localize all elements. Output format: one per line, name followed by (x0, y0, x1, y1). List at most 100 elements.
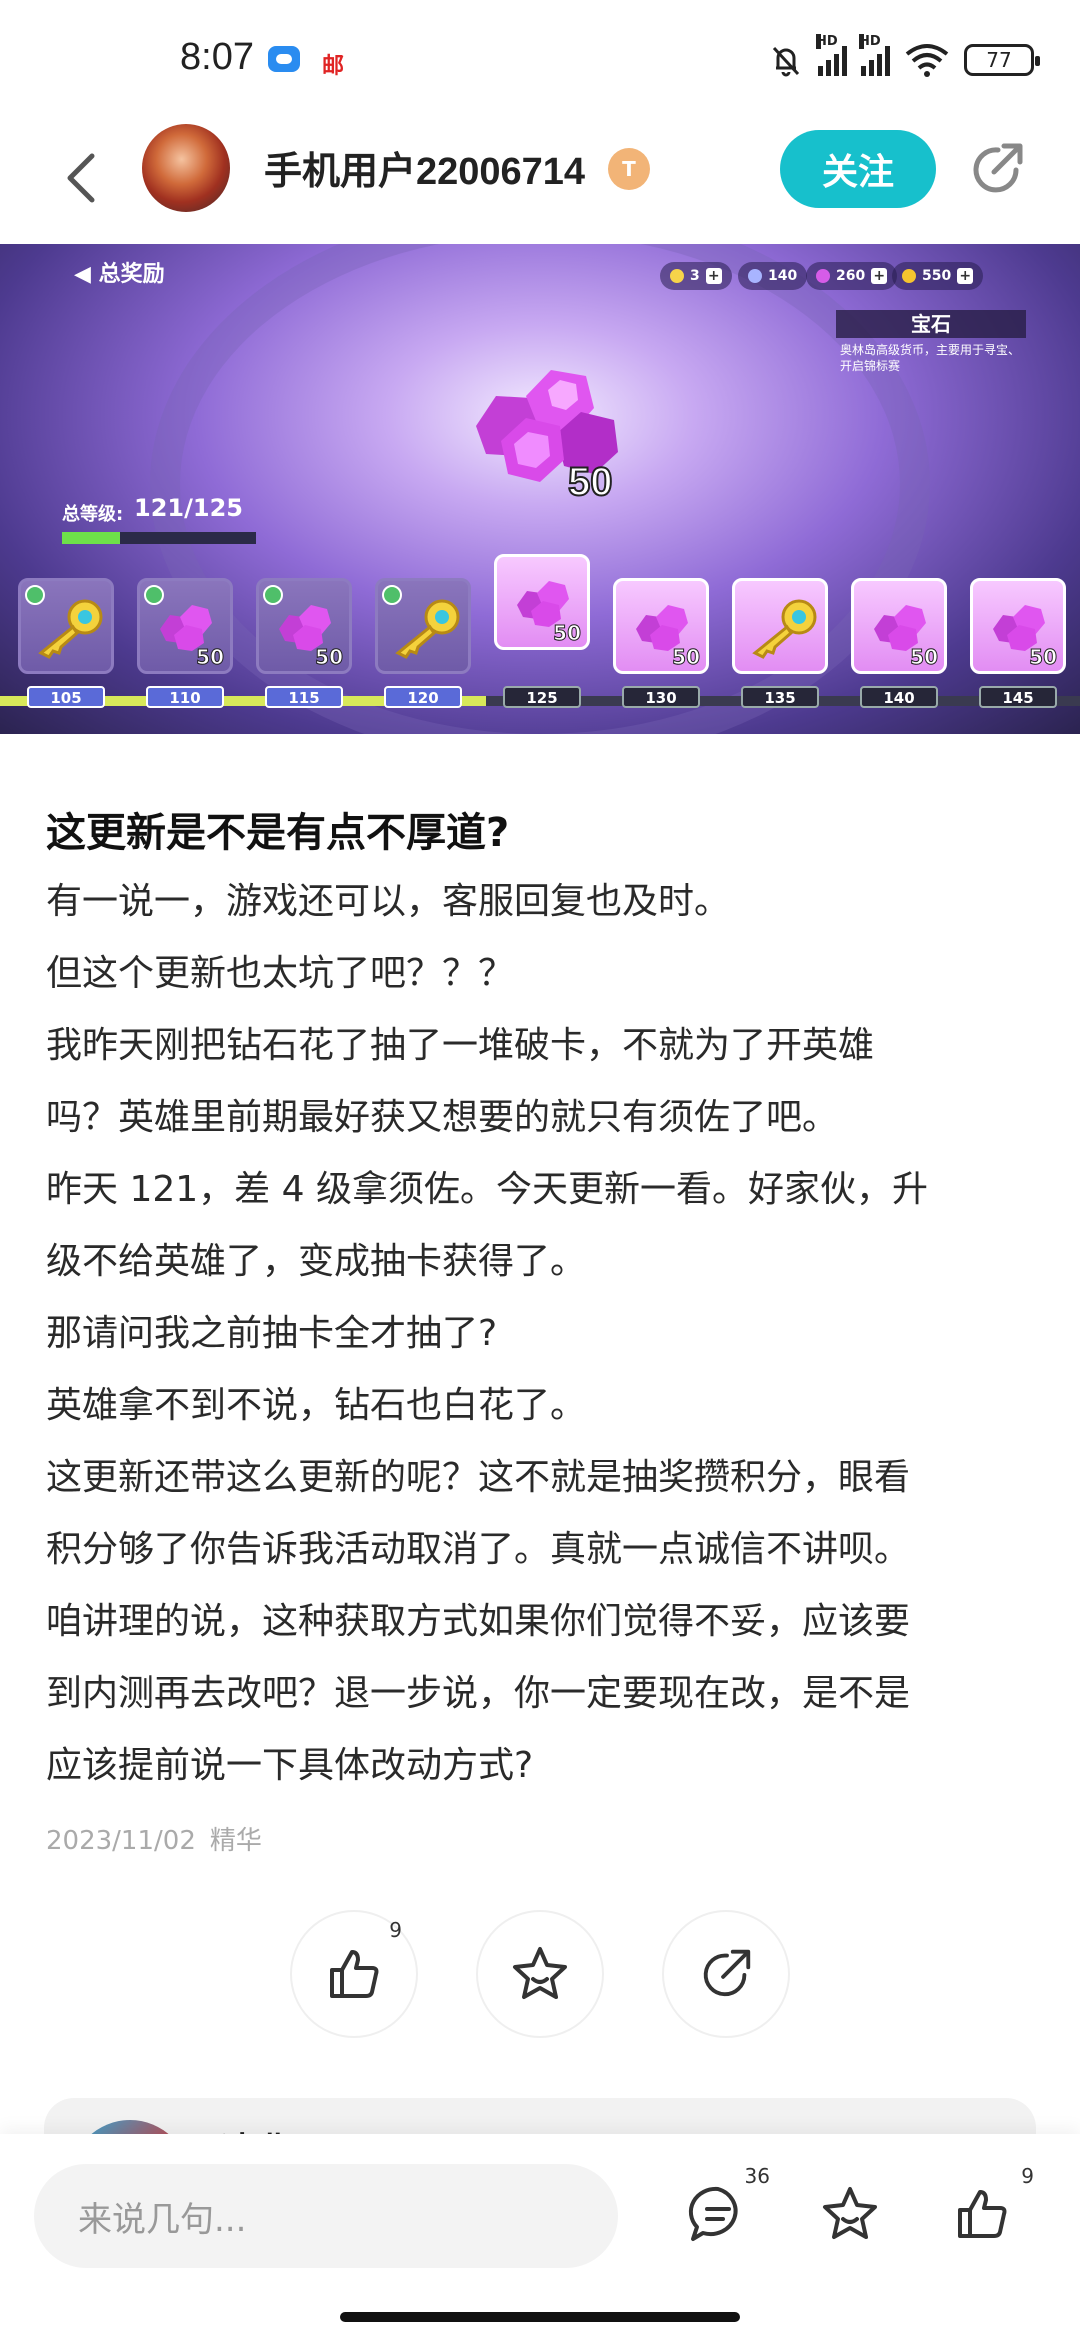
comment-bubble-icon (688, 2186, 738, 2241)
claimed-check-icon (144, 585, 164, 605)
like-bottom-button[interactable]: 9 (944, 2164, 1034, 2252)
author-username[interactable]: 手机用户22006714 (264, 140, 585, 195)
reward-item[interactable]: 50 (970, 578, 1066, 674)
share-button[interactable] (662, 1910, 790, 2038)
bottom-bar: 来说几句... 36 9 (0, 2134, 1080, 2340)
resource-gem: 260 + (806, 262, 898, 290)
mute-bell-icon (772, 46, 800, 77)
reward-level-label: 110 (146, 686, 224, 708)
gem-resource-icon (816, 269, 830, 283)
hd-label: HD (816, 34, 838, 49)
like-count: 9 (1021, 2164, 1034, 2188)
post-line: 这更新还带这么更新的呢？这不就是抽奖攒积分，眼看 (46, 1457, 911, 1498)
post-line: 级不给英雄了，变成抽卡获得了。 (46, 1241, 587, 1282)
reward-item-count: 50 (910, 645, 939, 670)
reward-item[interactable]: 50 (137, 578, 233, 674)
reward-item[interactable] (18, 578, 114, 674)
post-line: 吗？英雄里前期最好获又想要的就只有须佐了吧。 (46, 1097, 839, 1138)
like-button[interactable]: 9 (290, 1910, 418, 2038)
status-time: 8:07 (180, 36, 254, 78)
level-progress-fill (62, 532, 121, 544)
reward-item[interactable]: 50 (256, 578, 352, 674)
plus-icon: + (957, 268, 974, 284)
home-indicator[interactable] (340, 2312, 740, 2322)
reward-item-count: 50 (553, 621, 582, 646)
status-icons: HD HD 77 (768, 34, 1040, 82)
thumbs-up-icon (958, 2190, 1007, 2238)
status-bar: 8:07 邮 HD HD 77 (0, 0, 1080, 120)
reward-item[interactable]: 50 (851, 578, 947, 674)
item-info-title: 宝石 (836, 310, 1026, 338)
thumbs-up-icon (330, 1950, 379, 1998)
post-header: 手机用户22006714 T 关注 (0, 120, 1080, 240)
post-line: 昨天 121，差 4 级拿须佐。今天更新一看。好家伙，升 (46, 1169, 928, 1210)
post-line: 我昨天刚把钻石花了抽了一堆破卡，不就为了开英雄 (46, 1025, 875, 1066)
reward-level-label: 145 (979, 686, 1057, 708)
gold-resource-icon (902, 269, 916, 283)
reward-item-count: 50 (1029, 645, 1058, 670)
reward-level-label: 105 (27, 686, 105, 708)
star-icon (513, 1947, 567, 1999)
share-icon[interactable] (966, 138, 1028, 200)
item-info-desc: 奥林岛高级货币，主要用于寻宝、开启锦标赛 (840, 343, 1021, 373)
key-icon (395, 599, 460, 659)
post-line: 那请问我之前抽卡全才抽了? (46, 1313, 498, 1354)
reward-item[interactable]: 50 (494, 554, 590, 650)
user-level-badge: T (608, 148, 650, 190)
claimed-check-icon (263, 585, 283, 605)
favorite-bottom-button[interactable] (812, 2176, 888, 2252)
follow-button[interactable]: 关注 (780, 130, 936, 208)
reward-item-count: 50 (315, 645, 344, 670)
reward-item-count: 50 (672, 645, 701, 670)
post-line: 但这个更新也太坑了吧？？？ (46, 953, 515, 994)
cloud-icon (268, 46, 300, 72)
reward-item[interactable]: 50 (613, 578, 709, 674)
crystal-resource-icon (748, 269, 762, 283)
resource-gold: 550 + (892, 262, 984, 290)
comments-button[interactable]: 36 (680, 2164, 770, 2252)
reward-count: 50 (567, 459, 613, 505)
hd-label-2: HD (859, 34, 881, 49)
resource-key: 3 + (660, 262, 732, 290)
post-actions: 9 (0, 1910, 1080, 2040)
comment-input[interactable]: 来说几句... (34, 2164, 618, 2268)
reward-item[interactable] (732, 578, 828, 674)
post-line: 英雄拿不到不说，钻石也白花了。 (46, 1385, 587, 1426)
plus-icon: + (871, 268, 888, 284)
total-rewards-label: 总奖励 (98, 262, 165, 287)
claimed-check-icon (382, 585, 402, 605)
comment-count: 36 (744, 2164, 770, 2188)
reward-item[interactable] (375, 578, 471, 674)
signal-icon: HD (816, 34, 847, 76)
post-line: 积分够了你告诉我活动取消了。真就一点诚信不讲呗。 (46, 1529, 911, 1570)
reward-level-label: 120 (384, 686, 462, 708)
featured-tag: 精华 (209, 1826, 262, 1856)
battery-icon: 77 (964, 44, 1040, 76)
post-title: 这更新是不是有点不厚道? (46, 810, 510, 856)
post-body: 有一说一，游戏还可以，客服回复也及时。 但这个更新也太坑了吧？？？ 我昨天刚把钻… (46, 866, 1046, 1802)
mail-notification-icon: 邮 (322, 54, 345, 79)
total-level-label: 总等级: (62, 504, 124, 525)
like-count: 9 (389, 1918, 402, 1942)
total-rewards-back: ◀ 总奖励 (74, 262, 165, 287)
reward-level-label: 130 (622, 686, 700, 708)
share-icon (703, 1949, 751, 1997)
author-avatar[interactable] (142, 124, 230, 212)
post-line: 有一说一，游戏还可以，客服回复也及时。 (46, 881, 731, 922)
wifi-icon (905, 44, 949, 77)
total-level-value: 121/125 (134, 494, 243, 522)
post-meta: 2023/11/02 精华 (46, 1820, 262, 1857)
key-resource-icon (670, 269, 684, 283)
post-image-game-screenshot[interactable]: ◀ 总奖励 3 + 140 260 + 550 + 宝石 奥林岛高级货币，主要用… (0, 244, 1080, 734)
resource-value: 3 (690, 268, 700, 284)
favorite-button[interactable] (476, 1910, 604, 2038)
reward-level-label: 140 (860, 686, 938, 708)
resource-value: 140 (768, 268, 798, 284)
resource-value: 550 (922, 268, 952, 284)
resource-value: 260 (836, 268, 866, 284)
back-arrow-icon[interactable] (54, 142, 114, 212)
level-progress-bar (62, 532, 256, 544)
resource-crystal: 140 (738, 262, 808, 290)
post-date: 2023/11/02 (46, 1826, 196, 1856)
post-line: 咱讲理的说，这种获取方式如果你们觉得不妥，应该要 (46, 1601, 911, 1642)
